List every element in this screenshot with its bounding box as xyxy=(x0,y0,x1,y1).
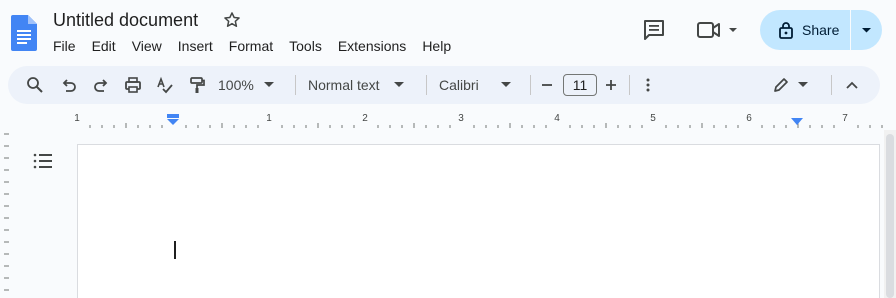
document-page[interactable] xyxy=(77,144,880,298)
paragraph-style-select[interactable]: Normal text xyxy=(308,66,414,104)
toolbar-divider xyxy=(530,75,531,95)
decrease-font-size-button[interactable] xyxy=(537,66,557,104)
chevron-up-icon xyxy=(846,81,858,89)
toolbar-divider xyxy=(295,75,296,95)
toolbar: 100% Normal text Calibri 11 xyxy=(8,66,880,104)
toolbar-divider xyxy=(426,75,427,95)
document-outline-icon[interactable] xyxy=(33,152,53,170)
menu-extensions[interactable]: Extensions xyxy=(338,38,406,54)
share-main-button[interactable]: Share xyxy=(760,10,850,50)
menu-tools[interactable]: Tools xyxy=(289,38,322,54)
chevron-down-icon xyxy=(393,82,404,87)
hide-menus-button[interactable] xyxy=(842,66,862,104)
ruler-number: 6 xyxy=(746,113,752,124)
menu-help[interactable]: Help xyxy=(422,38,451,54)
redo-icon xyxy=(94,79,108,92)
chevron-down-icon xyxy=(500,82,511,87)
meet-video-icon[interactable] xyxy=(692,16,742,44)
toolbar-divider xyxy=(831,75,832,95)
print-button[interactable] xyxy=(120,66,146,104)
spellcheck-icon xyxy=(157,76,173,94)
spellcheck-button[interactable] xyxy=(152,66,178,104)
lock-icon xyxy=(779,22,793,39)
star-icon[interactable] xyxy=(222,10,242,30)
undo-icon xyxy=(62,79,76,92)
redo-button[interactable] xyxy=(88,66,114,104)
share-button[interactable]: Share xyxy=(760,10,882,50)
scrollbar-thumb[interactable] xyxy=(886,134,894,298)
menu-insert[interactable]: Insert xyxy=(178,38,213,54)
search-menus-button[interactable] xyxy=(22,66,48,104)
toolbar-divider xyxy=(629,75,630,95)
share-label: Share xyxy=(802,22,840,38)
undo-button[interactable] xyxy=(56,66,82,104)
pencil-icon xyxy=(774,78,788,92)
comment-history-icon[interactable] xyxy=(640,16,668,44)
font-family-select[interactable]: Calibri xyxy=(439,66,519,104)
zoom-value: 100% xyxy=(218,77,254,93)
ruler-number: 2 xyxy=(362,113,368,124)
menu-view[interactable]: View xyxy=(132,38,162,54)
top-bar: Untitled document File Edit View Insert … xyxy=(0,0,896,62)
menu-edit[interactable]: Edit xyxy=(92,38,116,54)
paint-format-icon xyxy=(190,77,205,93)
text-cursor xyxy=(174,241,176,259)
ruler-number: 4 xyxy=(554,113,560,124)
chevron-down-icon xyxy=(263,82,274,87)
ruler-number: 5 xyxy=(650,113,656,124)
ruler-number: 1 xyxy=(266,113,272,124)
more-options-button[interactable] xyxy=(638,66,658,104)
ruler-number: 7 xyxy=(842,113,848,124)
ruler-number: 3 xyxy=(458,113,464,124)
search-icon xyxy=(27,77,43,93)
left-indent-marker[interactable] xyxy=(166,114,180,126)
docs-logo-icon[interactable] xyxy=(11,15,37,51)
document-title[interactable]: Untitled document xyxy=(53,10,198,31)
print-icon xyxy=(125,77,141,93)
horizontal-ruler[interactable]: 1 1 2 3 4 5 6 7 xyxy=(0,112,896,130)
menu-file[interactable]: File xyxy=(53,38,76,54)
vertical-ruler[interactable] xyxy=(0,130,10,298)
menu-format[interactable]: Format xyxy=(229,38,273,54)
ruler-number: 1 xyxy=(74,113,80,124)
zoom-select[interactable]: 100% xyxy=(218,66,284,104)
right-indent-marker[interactable] xyxy=(790,118,804,126)
minus-icon xyxy=(542,84,552,86)
increase-font-size-button[interactable] xyxy=(601,66,621,104)
menu-bar: File Edit View Insert Format Tools Exten… xyxy=(53,38,467,54)
plus-icon xyxy=(606,80,616,90)
paragraph-style-value: Normal text xyxy=(308,77,380,93)
more-vert-icon xyxy=(646,78,650,92)
paint-format-button[interactable] xyxy=(184,66,210,104)
share-dropdown-icon[interactable] xyxy=(851,10,882,50)
font-family-value: Calibri xyxy=(439,77,479,93)
chevron-down-icon xyxy=(798,82,808,87)
font-size-input[interactable]: 11 xyxy=(563,74,597,96)
ruler-ticks xyxy=(89,123,883,128)
editing-mode-select[interactable] xyxy=(768,66,812,104)
